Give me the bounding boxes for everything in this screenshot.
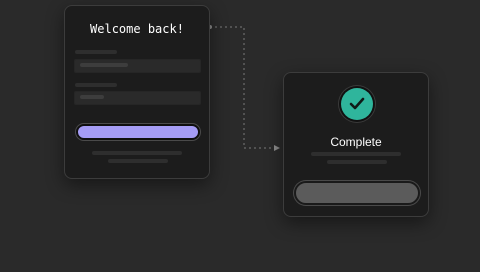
complete-title: Complete <box>330 135 382 149</box>
password-field[interactable] <box>74 91 201 105</box>
continue-button[interactable] <box>294 181 420 205</box>
login-card: Welcome back! <box>64 5 210 179</box>
connector-arrowhead <box>274 145 280 151</box>
login-footer-line-2 <box>108 159 168 163</box>
success-badge <box>341 88 373 120</box>
login-title: Welcome back! <box>90 22 184 36</box>
login-button[interactable] <box>76 124 200 140</box>
complete-text-line-1 <box>311 152 401 156</box>
username-placeholder <box>80 63 128 67</box>
login-footer-line-1 <box>92 151 182 155</box>
password-label-placeholder <box>75 83 117 87</box>
complete-text-line-2 <box>327 160 387 164</box>
complete-card: Complete <box>283 72 429 217</box>
password-placeholder <box>80 95 104 99</box>
username-field[interactable] <box>74 59 201 73</box>
username-label-placeholder <box>75 50 117 54</box>
check-icon <box>349 97 365 110</box>
connector-line <box>210 26 276 149</box>
